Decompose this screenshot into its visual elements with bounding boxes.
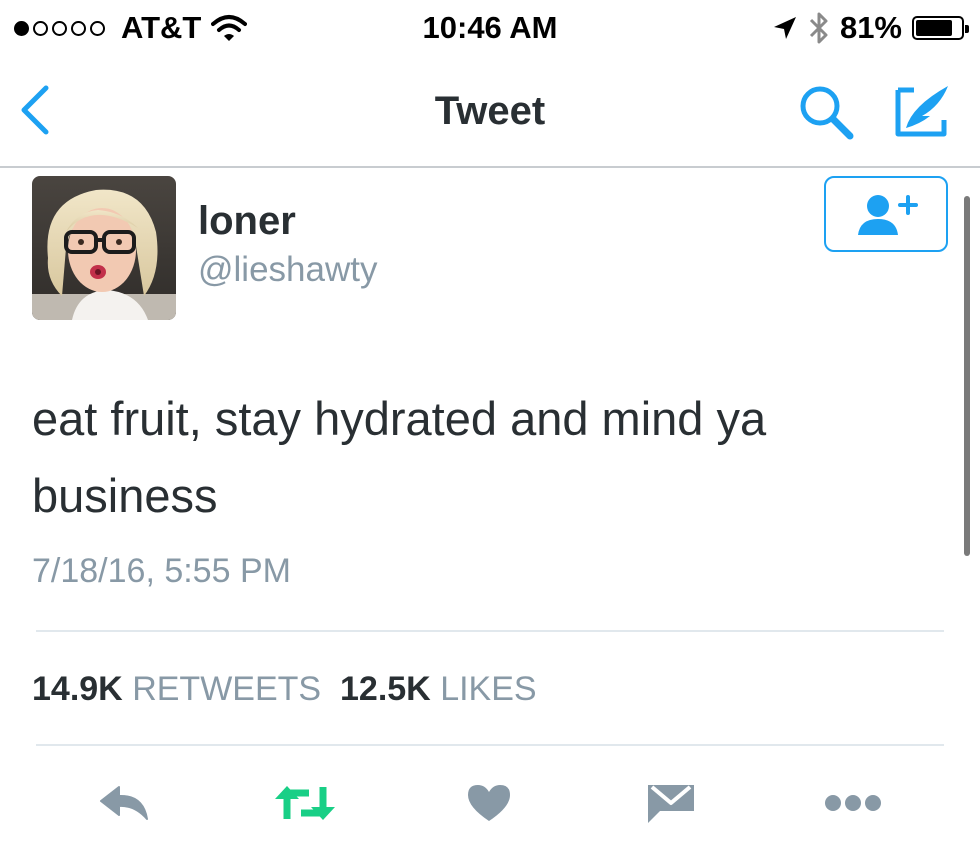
scrollbar[interactable] xyxy=(964,196,970,556)
compose-icon[interactable] xyxy=(890,82,952,142)
divider xyxy=(36,630,944,632)
likes-label: LIKES xyxy=(440,670,537,708)
retweets-count: 14.9K xyxy=(32,670,123,708)
tweet-timestamp: 7/18/16, 5:55 PM xyxy=(32,552,291,590)
retweets-stat[interactable]: 14.9K RETWEETS xyxy=(32,670,321,708)
heart-icon xyxy=(468,785,510,821)
display-name[interactable]: loner xyxy=(198,198,296,244)
user-handle[interactable]: @lieshawty xyxy=(198,250,377,290)
like-button[interactable] xyxy=(454,768,524,838)
retweets-label: RETWEETS xyxy=(132,670,322,708)
divider xyxy=(36,744,944,746)
likes-count: 12.5K xyxy=(340,670,431,708)
retweet-icon xyxy=(275,786,335,820)
more-icon xyxy=(825,795,881,811)
battery-nub xyxy=(965,25,969,33)
follow-button[interactable] xyxy=(824,176,948,252)
nav-bar: Tweet xyxy=(0,56,980,168)
status-bar: AT&T 10:46 AM 81% xyxy=(0,0,980,56)
envelope-icon xyxy=(648,785,694,823)
battery-fill xyxy=(916,20,952,36)
search-icon[interactable] xyxy=(796,82,856,142)
avatar-photo xyxy=(32,176,176,320)
add-user-icon xyxy=(858,195,918,235)
likes-stat[interactable]: 12.5K LIKES xyxy=(340,670,537,708)
message-button[interactable] xyxy=(636,768,706,838)
retweet-button[interactable] xyxy=(270,768,340,838)
battery-percent: 81% xyxy=(839,10,902,45)
reply-button[interactable] xyxy=(90,768,160,838)
tweet-stats: 14.9K RETWEETS 12.5K LIKES xyxy=(32,668,537,710)
battery-icon xyxy=(912,16,969,40)
tweet-text: eat fruit, stay hydrated and mind ya bus… xyxy=(32,392,767,522)
status-right: 81% xyxy=(772,8,969,48)
bluetooth-icon xyxy=(809,12,828,44)
more-button[interactable] xyxy=(818,768,888,838)
tweet-actions xyxy=(0,768,980,838)
avatar[interactable] xyxy=(32,176,176,320)
location-arrow-icon xyxy=(773,17,796,39)
reply-icon xyxy=(100,786,148,820)
